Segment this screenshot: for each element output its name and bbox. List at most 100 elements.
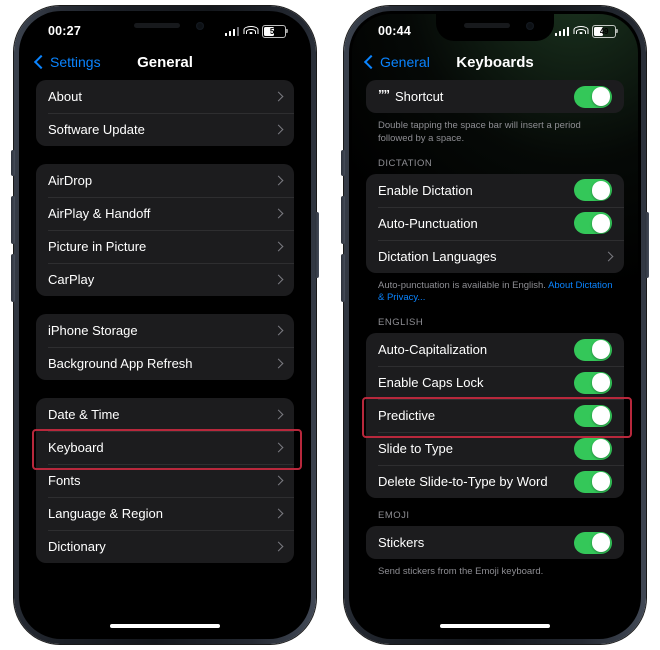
list-item[interactable]: Enable Dictation: [366, 174, 624, 207]
toggle-switch[interactable]: [574, 371, 612, 394]
list-item[interactable]: Date & Time: [36, 398, 294, 431]
phone-screen: 00:44 49 General Keyboards ”” Shortcut Double …: [352, 14, 638, 636]
settings-group: About Software Update: [36, 80, 294, 146]
back-label: Settings: [50, 54, 101, 70]
list-item[interactable]: Predictive: [366, 399, 624, 432]
toggle-knob: [591, 406, 611, 426]
list-item[interactable]: Auto-Capitalization: [366, 333, 624, 366]
volume-down-button[interactable]: [341, 254, 345, 302]
list-item[interactable]: iPhone Storage: [36, 314, 294, 347]
nav-bar: General Keyboards: [352, 44, 638, 80]
list-item[interactable]: About: [36, 80, 294, 113]
volume-down-button[interactable]: [11, 254, 15, 302]
home-indicator[interactable]: [110, 624, 220, 628]
settings-group: iPhone Storage Background App Refresh: [36, 314, 294, 380]
phone-screen: 00:27 50 Settings General About Software Upda…: [22, 14, 308, 636]
list-item[interactable]: Stickers: [366, 526, 624, 559]
list-item-label: Enable Dictation: [378, 182, 473, 198]
front-camera: [526, 22, 534, 30]
list-item[interactable]: CarPlay: [36, 263, 294, 296]
cellular-signal-icon: [224, 26, 239, 36]
list-item[interactable]: Delete Slide-to-Type by Word: [366, 465, 624, 498]
list-item-label: Dictionary: [48, 539, 106, 554]
power-button[interactable]: [645, 212, 649, 278]
home-indicator[interactable]: [440, 624, 550, 628]
chevron-right-icon: [273, 409, 284, 420]
settings-group: Enable Dictation Auto-Punctuation Dictatio…: [366, 173, 624, 273]
list-item-label: Slide to Type: [378, 441, 453, 457]
list-item[interactable]: Software Update: [36, 113, 294, 146]
list-item[interactable]: AirPlay & Handoff: [36, 197, 294, 230]
chevron-right-icon: [273, 325, 284, 336]
group-footnote: Double tapping the space bar will insert…: [366, 113, 624, 146]
chevron-right-icon: [273, 124, 284, 135]
earpiece-speaker: [464, 23, 510, 28]
toggle-knob: [591, 373, 611, 393]
list-item[interactable]: Fonts: [36, 464, 294, 497]
list-item[interactable]: Dictation Languages: [366, 239, 624, 273]
mute-switch[interactable]: [341, 150, 345, 176]
toggle-switch[interactable]: [574, 531, 612, 554]
list-item-label: Auto-Capitalization: [378, 342, 488, 358]
list-item[interactable]: Enable Caps Lock: [366, 366, 624, 399]
list-item-label: Stickers: [378, 535, 425, 551]
notch: [436, 14, 554, 41]
phone-left: 00:27 50 Settings General About Software Upda…: [0, 0, 330, 650]
settings-group: Date & Time Keyboard Fonts Language & Regio…: [36, 398, 294, 563]
list-item-label: Language & Region: [48, 506, 163, 521]
list-item[interactable]: Dictionary: [36, 530, 294, 563]
list-item-label: Auto-Punctuation: [378, 215, 478, 231]
battery-percent: 49: [599, 26, 609, 36]
settings-group: AirDrop AirPlay & Handoff Picture in Pictu…: [36, 164, 294, 296]
power-button[interactable]: [315, 212, 319, 278]
settings-group: Auto-Capitalization Enable Caps Lock Predi…: [366, 333, 624, 499]
chevron-right-icon: [273, 208, 284, 219]
chevron-left-icon: [33, 54, 49, 70]
quote-shortcut-icon: ””: [378, 87, 390, 102]
mute-switch[interactable]: [11, 150, 15, 176]
volume-up-button[interactable]: [11, 196, 15, 244]
list-item-label: Dictation Languages: [378, 248, 497, 264]
toggle-switch[interactable]: [574, 470, 612, 493]
back-button[interactable]: Settings: [33, 54, 101, 70]
toggle-switch[interactable]: [574, 85, 612, 108]
list-item-label: ”” Shortcut: [378, 87, 443, 104]
volume-up-button[interactable]: [341, 196, 345, 244]
toggle-knob: [591, 213, 611, 233]
list-item-label: Enable Caps Lock: [378, 375, 484, 391]
chevron-right-icon: [273, 508, 284, 519]
toggle-switch[interactable]: [574, 179, 612, 202]
settings-list[interactable]: ”” Shortcut Double tapping the space bar w…: [352, 80, 638, 636]
list-item-label: Date & Time: [48, 407, 120, 422]
section-header: ENGLISH: [378, 317, 424, 329]
battery-indicator: 50: [262, 24, 288, 38]
toggle-switch[interactable]: [574, 338, 612, 361]
toggle-switch[interactable]: [574, 437, 612, 460]
toggle-switch[interactable]: [574, 212, 612, 235]
list-item[interactable]: Background App Refresh: [36, 347, 294, 380]
list-item[interactable]: Auto-Punctuation: [366, 206, 624, 240]
list-item[interactable]: Picture in Picture: [36, 230, 294, 263]
list-item[interactable]: Keyboard: [36, 431, 294, 464]
list-item[interactable]: Slide to Type: [366, 432, 624, 465]
list-item[interactable]: Language & Region: [36, 497, 294, 530]
list-item[interactable]: AirDrop: [36, 164, 294, 197]
battery-indicator: 49: [592, 24, 618, 38]
settings-list[interactable]: About Software Update AirDrop AirPlay & Han…: [22, 80, 308, 636]
list-item-label: Background App Refresh: [48, 356, 193, 371]
section-header: DICTATION: [378, 157, 433, 169]
list-item[interactable]: ”” Shortcut: [366, 80, 624, 113]
cellular-signal-icon: [554, 26, 569, 36]
phone-right: 00:44 49 General Keyboards ”” Shortcut Double …: [330, 0, 660, 650]
nav-bar: Settings General: [22, 44, 308, 80]
front-camera: [196, 22, 204, 30]
back-button[interactable]: General: [363, 54, 430, 70]
wifi-icon: [573, 26, 588, 36]
settings-group: ”” Shortcut: [366, 80, 624, 113]
toggle-switch[interactable]: [574, 404, 612, 427]
chevron-right-icon: [273, 541, 284, 552]
status-time: 00:27: [48, 24, 81, 38]
